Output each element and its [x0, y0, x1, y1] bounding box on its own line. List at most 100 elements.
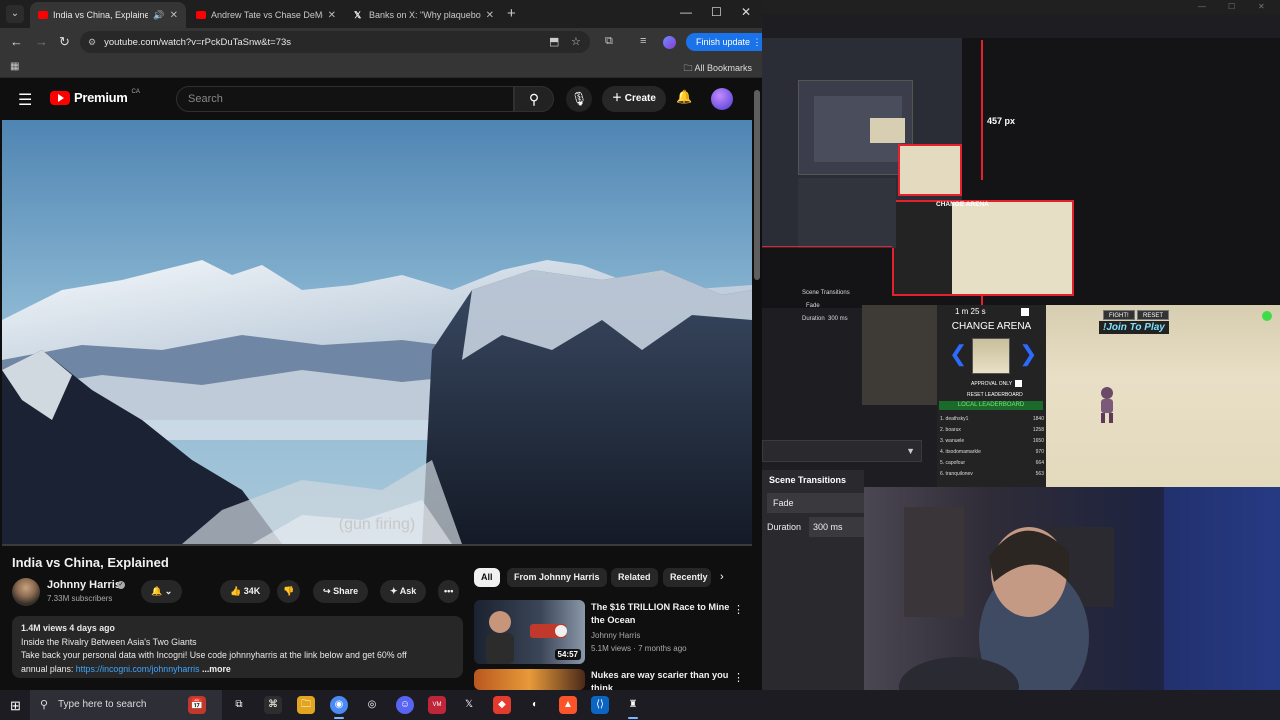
share-button[interactable]: ↪ Share — [313, 580, 369, 603]
blender-icon[interactable]: ◐ — [526, 696, 544, 714]
discord-icon[interactable]: ☺ — [396, 696, 414, 714]
speaker-icon[interactable]: 🔊 — [153, 10, 164, 21]
description-box[interactable]: 1.4M views 4 days ago Inside the Rivalry… — [12, 616, 463, 678]
obs-minimize-icon[interactable]: — — [1198, 2, 1206, 11]
voice-search-button[interactable]: 🎙 — [566, 86, 592, 112]
recommendation-title[interactable]: Nukes are way scarier than you think — [591, 669, 731, 690]
incogni-link[interactable]: https://incogni.com/johnnyharris — [76, 664, 200, 674]
alignment-guide — [762, 246, 892, 247]
like-button[interactable]: 👍 34K — [220, 580, 271, 603]
country-code: CA — [131, 88, 140, 95]
chip-related[interactable]: Related — [611, 568, 658, 587]
extensions-icon[interactable]: ⧉ — [605, 35, 613, 48]
obs-maximize-icon[interactable]: ☐ — [1228, 2, 1235, 11]
forward-icon[interactable]: → — [35, 34, 48, 49]
duration-label: Duration — [767, 522, 802, 532]
back-icon[interactable]: ← — [10, 34, 23, 49]
more-icon: ••• — [444, 586, 454, 596]
nested-obs-panel — [798, 178, 896, 248]
account-avatar[interactable] — [711, 88, 733, 110]
vscode-icon[interactable]: ⟨⟩ — [591, 696, 609, 714]
selected-game-source[interactable] — [892, 200, 1074, 296]
profile-avatar[interactable] — [663, 36, 676, 49]
reload-icon[interactable]: ↻ — [59, 34, 70, 50]
site-info-icon[interactable]: ⚙ — [88, 37, 96, 48]
obs-icon[interactable]: ◎ — [363, 696, 381, 714]
channel-name[interactable]: Johnny Harris — [47, 579, 121, 591]
calendar-widget-icon[interactable]: 📅 — [188, 696, 206, 714]
more-actions-button[interactable]: ••• — [438, 580, 460, 603]
leaderboard-score: 970 — [1035, 449, 1044, 455]
arena-next-arrow-icon[interactable]: ❯ — [1019, 341, 1037, 367]
transition-select[interactable]: Fade — [767, 493, 864, 513]
view-count-date: 1.4M views 4 days ago — [21, 623, 115, 633]
install-app-icon[interactable]: ⬒ — [549, 35, 559, 48]
reset-button[interactable]: RESET — [1137, 310, 1170, 320]
obs-close-icon[interactable]: ✕ — [1258, 2, 1265, 11]
reset-leaderboard-button[interactable]: RESET LEADERBOARD — [967, 392, 1023, 398]
youtube-logo[interactable]: Premium CA — [50, 88, 140, 105]
notifications-icon[interactable]: 🔔 — [676, 89, 692, 105]
close-window-icon[interactable]: ✕ — [741, 5, 751, 19]
search-icon: ⚲ — [40, 699, 49, 711]
obs-preview-canvas[interactable] — [762, 38, 1280, 308]
more-options-icon[interactable]: ⋮ — [733, 671, 744, 684]
chrome-icon[interactable]: ◉ — [330, 696, 348, 719]
address-bar[interactable]: ⚙ youtube.com/watch?v=rPckDuTaSnw&t=73s — [80, 31, 590, 53]
duration-input[interactable]: 300 ms — [809, 517, 864, 537]
video-player[interactable]: (gun firing) — [2, 120, 752, 544]
minimize-icon[interactable]: — — [680, 5, 692, 19]
chip-all[interactable]: All — [474, 568, 500, 587]
search-button[interactable]: ⚲ — [514, 86, 554, 112]
menu-icon[interactable]: ☰ — [18, 90, 32, 110]
arena-prev-arrow-icon[interactable]: ❮ — [949, 341, 967, 367]
recommendation-thumbnail[interactable]: 54:57 — [474, 600, 585, 664]
tab-title: India vs China, Explained - Yo — [53, 10, 149, 20]
media-control-icon[interactable]: ≡ — [640, 35, 646, 47]
dislike-button[interactable]: 👎 — [277, 580, 301, 603]
red-app-icon[interactable]: ◆ — [493, 696, 511, 714]
all-bookmarks-button[interactable]: 🗀 All Bookmarks — [683, 61, 752, 77]
file-explorer-icon[interactable]: 🗀 — [297, 696, 315, 714]
recommendation-thumbnail[interactable] — [474, 669, 585, 690]
close-tab-icon[interactable]: ✕ — [328, 10, 336, 21]
tab-banks-on-x[interactable]: 𝕏 Banks on X: "Why plaqueboym ✕ — [346, 2, 502, 28]
new-tab-icon[interactable]: + — [507, 5, 516, 22]
windows-start-icon[interactable]: ⊞ — [10, 698, 21, 714]
more-options-icon[interactable]: ⋮ — [733, 603, 744, 616]
close-tab-icon[interactable]: ✕ — [486, 10, 494, 21]
app-icon[interactable]: ⌘ — [264, 696, 282, 714]
maximize-icon[interactable]: ☐ — [711, 5, 722, 19]
fight-button[interactable]: FIGHT! — [1103, 310, 1135, 320]
recommendation-title[interactable]: The $16 TRILLION Race to Mine the Ocean — [591, 601, 731, 627]
chevron-right-icon[interactable]: › — [720, 571, 724, 583]
game-capture[interactable]: 1 m 25 s CHANGE ARENA ❮ ❯ APPROVAL ONLY … — [937, 305, 1280, 487]
search-input[interactable]: Search — [176, 86, 514, 112]
approval-checkbox[interactable] — [1015, 380, 1022, 387]
video-progress-bar[interactable] — [2, 544, 752, 546]
game-app-icon[interactable]: ♜ — [624, 696, 642, 719]
ask-button[interactable]: ✦ Ask — [380, 580, 427, 603]
timer-checkbox[interactable] — [1021, 308, 1029, 316]
close-tab-icon[interactable]: ✕ — [170, 10, 178, 21]
brave-icon[interactable]: ▲ — [559, 696, 577, 714]
tab-andrew-tate[interactable]: Andrew Tate vs Chase DeMoor ✕ — [188, 2, 344, 28]
voicemeeter-icon[interactable]: VM — [428, 696, 446, 714]
apps-grid-icon[interactable]: ▦ — [10, 61, 19, 72]
obs-dropdown[interactable]: ▼ — [762, 440, 922, 462]
tab-search-button[interactable]: ⌄ — [6, 5, 24, 23]
recommendation-meta: 5.1M views · 7 months ago — [591, 644, 687, 653]
show-more-link[interactable]: ...more — [202, 664, 231, 674]
chip-from-johnny-harris[interactable]: From Johnny Harris — [507, 568, 607, 587]
x-app-icon[interactable]: 𝕏 — [460, 696, 478, 714]
task-view-icon[interactable]: ⧉ — [230, 696, 248, 714]
page-scrollbar[interactable] — [754, 90, 760, 280]
finish-update-button[interactable]: Finish update ⋮ — [686, 33, 762, 51]
chip-recently[interactable]: Recently — [663, 568, 711, 587]
share-icon: ↪ — [323, 586, 331, 596]
channel-avatar[interactable] — [12, 578, 40, 606]
subscribed-bell-button[interactable]: 🔔 ⌄ — [141, 580, 183, 603]
bookmark-star-icon[interactable]: ☆ — [571, 35, 581, 48]
create-button[interactable]: ＋ Create — [602, 86, 666, 112]
tab-india-vs-china[interactable]: India vs China, Explained - Yo 🔊 ✕ — [30, 2, 186, 28]
